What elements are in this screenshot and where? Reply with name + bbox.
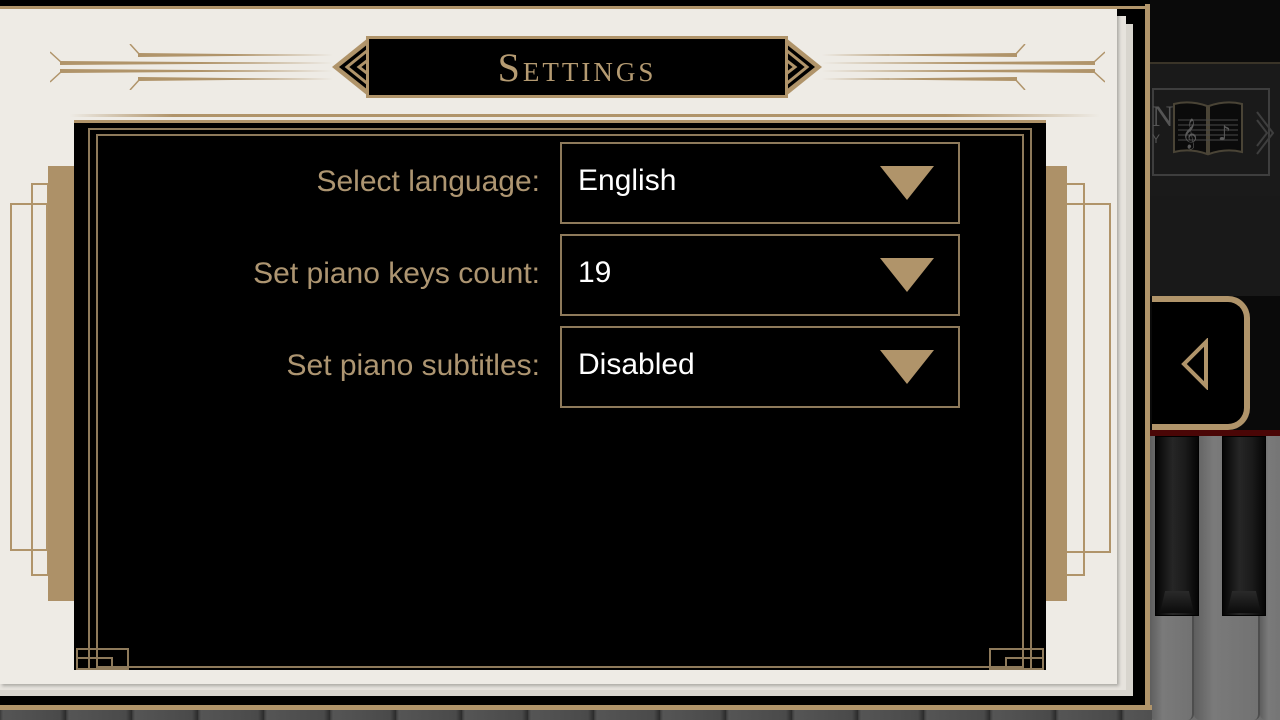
background-panel — [1150, 196, 1280, 296]
keys-count-value: 19 — [578, 256, 612, 289]
chevron-down-icon — [880, 166, 934, 200]
dialog-title: Settings — [497, 44, 657, 90]
piano-black-key[interactable] — [1222, 436, 1266, 616]
subtitles-dropdown[interactable]: Disabled — [560, 326, 960, 408]
title-left-arrow-ornament — [332, 38, 368, 96]
collapse-panel-button[interactable] — [1152, 296, 1250, 430]
title-banner: Settings — [366, 36, 788, 98]
keys-count-dropdown[interactable]: 19 — [560, 234, 960, 316]
triangle-left-icon — [1181, 338, 1208, 390]
chevron-down-icon — [880, 350, 934, 384]
header-divider — [70, 114, 1100, 117]
language-label: Select language: — [316, 165, 540, 198]
left-side-ornament-bar — [48, 166, 75, 601]
svg-text:𝄞: 𝄞 — [1182, 118, 1197, 150]
panel-corner-ornament-right-inner — [1005, 657, 1044, 670]
bottom-key-strip — [0, 710, 1152, 720]
right-side-ornament-bar — [1045, 166, 1067, 601]
keys-count-label: Set piano keys count: — [253, 257, 540, 290]
svg-text:♪: ♪ — [1218, 121, 1231, 145]
chevron-down-icon — [880, 258, 934, 292]
piano-black-key[interactable] — [1155, 436, 1199, 616]
right-side-ornament-frame — [1065, 203, 1111, 553]
title-right-arrow-ornament — [786, 38, 822, 96]
app-logo-subletter: Y — [1152, 132, 1161, 146]
chevron-right-icon — [1256, 111, 1275, 155]
language-dropdown[interactable]: English — [560, 142, 960, 224]
header-left-ornament — [50, 44, 333, 90]
music-book-icon: 𝄞 ♪ — [1173, 101, 1243, 156]
header-right-ornament — [822, 44, 1105, 90]
subtitles-value: Disabled — [578, 348, 695, 381]
subtitles-label: Set piano subtitles: — [286, 349, 541, 382]
left-side-ornament-frame-inner — [31, 183, 49, 576]
language-value: English — [578, 164, 677, 197]
panel-corner-ornament-left-inner — [76, 657, 113, 670]
